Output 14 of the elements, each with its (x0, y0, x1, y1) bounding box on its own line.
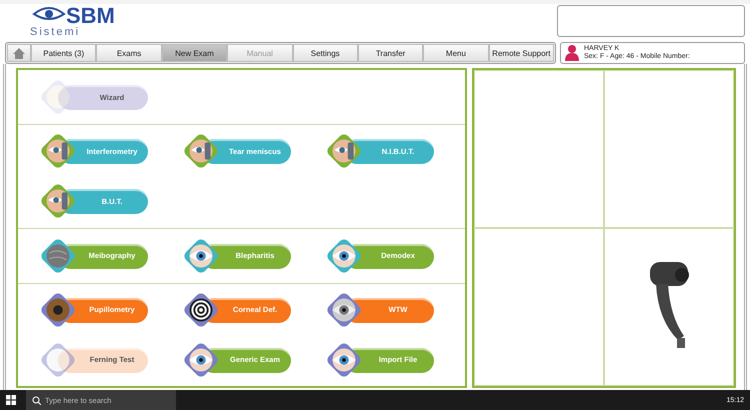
home-button[interactable] (7, 44, 31, 62)
nav-tab[interactable]: Patients (3) (31, 44, 96, 62)
search-icon (32, 396, 41, 404)
home-icon (13, 48, 25, 58)
nav-tab[interactable]: Exams (96, 44, 162, 62)
windows-icon[interactable] (6, 395, 16, 405)
logo-text: SBM (66, 6, 116, 26)
nav-tab[interactable]: Menu (423, 44, 489, 62)
nav-tab[interactable]: Settings (292, 44, 358, 62)
nav-tab[interactable]: Remote Support (488, 44, 554, 62)
nav-tab[interactable]: New Exam (162, 44, 228, 62)
person-icon (565, 45, 579, 61)
logo-subtitle: Sistemi (30, 26, 82, 38)
nav-tab[interactable]: Transfer (358, 44, 424, 62)
